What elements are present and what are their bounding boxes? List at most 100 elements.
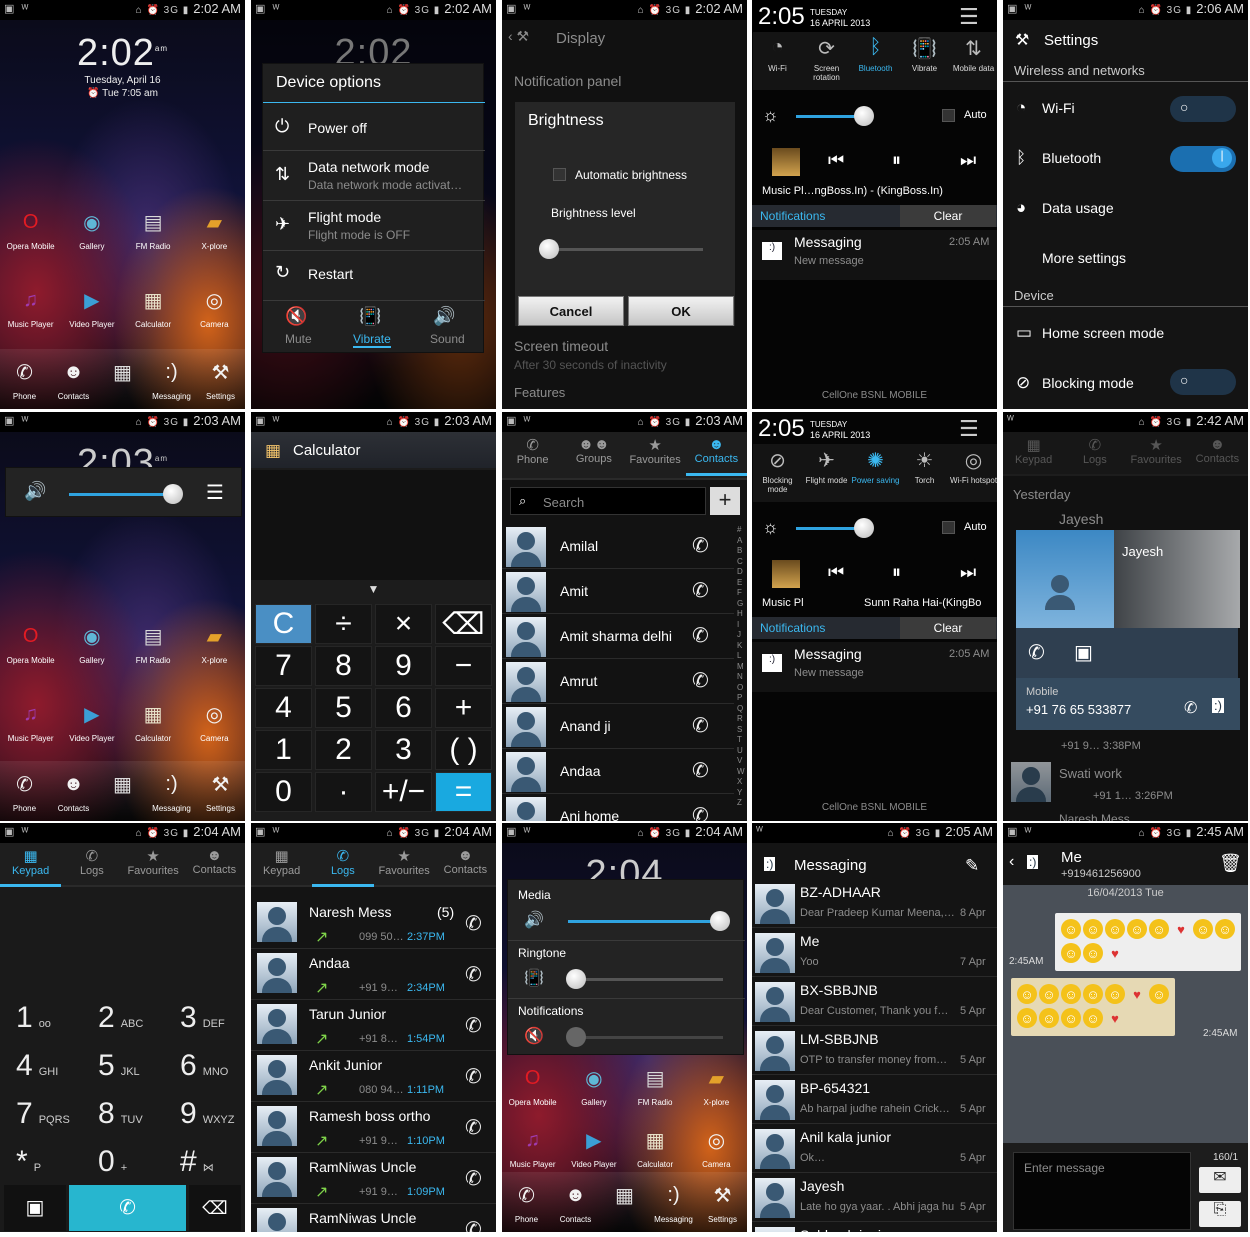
dialpad-key[interactable]: 7 PQRS xyxy=(16,1097,70,1131)
app-video-player[interactable]: ▶ Video Player xyxy=(62,697,122,744)
app-camera[interactable]: ◎ Camera xyxy=(184,697,244,744)
call-icon[interactable]: ✆ xyxy=(692,578,709,603)
app-video-player[interactable]: ▶ Video Player xyxy=(564,1123,624,1170)
index-letter[interactable]: N xyxy=(737,672,743,681)
app-gallery[interactable]: ◉ Gallery xyxy=(62,619,122,666)
message-thread[interactable]: Jayesh Late ho gya yaar. . Abhi jaga hu 5 … xyxy=(752,1174,997,1222)
search-input[interactable]: ⌕ Search xyxy=(510,487,706,515)
quick-setting-wi-fi-hotspot[interactable]: ◎ Wi-Fi hotspot xyxy=(949,444,997,502)
call-log-item[interactable]: Naresh Mess (5) ↗ 099 50… 2:37PM ✆ xyxy=(251,899,496,949)
auto-brightness-checkbox[interactable] xyxy=(553,168,566,181)
tab-contacts[interactable]: ☻ Contacts xyxy=(1187,432,1248,476)
dialpad-key[interactable]: * P xyxy=(16,1145,41,1179)
app-gallery[interactable]: ◉ Gallery xyxy=(564,1061,624,1108)
tab-favourites[interactable]: ★ Favourites xyxy=(123,843,184,887)
quick-setting-vibrate[interactable]: 📳 Vibrate xyxy=(900,32,949,90)
index-letter[interactable]: O xyxy=(737,683,743,692)
app-opera-mobile[interactable]: O Opera Mobile xyxy=(503,1061,563,1108)
next-track-icon[interactable]: ⏭ xyxy=(960,150,976,171)
messaging-notification[interactable]: :) Messaging New message 2:05 AM xyxy=(752,642,997,692)
app-x-plore[interactable]: ▰ X-plore xyxy=(686,1061,746,1108)
message-thread[interactable]: BP-654321 Ab harpal judhe rahein Crick… 5 … xyxy=(752,1076,997,1124)
call-icon[interactable]: ✆ xyxy=(1184,698,1197,718)
call-log-item[interactable]: RamNiwas Uncle↗✆ xyxy=(251,1205,496,1232)
notifications-volume-slider[interactable] xyxy=(566,1027,723,1047)
delete-icon[interactable]: 🗑 xyxy=(1219,853,1242,874)
index-letter[interactable]: A xyxy=(737,536,742,545)
restart-item[interactable]: ↻ Restart xyxy=(263,256,483,292)
volume-slider[interactable] xyxy=(69,484,183,504)
calc-key[interactable]: = xyxy=(435,772,492,812)
index-letter[interactable]: H xyxy=(737,609,743,618)
index-letter[interactable]: T xyxy=(737,735,742,744)
tab-logs[interactable]: ✆ Logs xyxy=(1064,432,1125,476)
message-thread[interactable]: BZ-ADHAAR Dear Pradeep Kumar Meena,… 8 Apr xyxy=(752,880,997,928)
back-icon[interactable]: ‹ ⚒ xyxy=(508,28,529,45)
call-icon[interactable]: ✆ xyxy=(465,962,482,987)
backspace-icon[interactable]: ⌫ xyxy=(189,1185,241,1231)
quick-setting-bluetooth[interactable]: ᛒ Bluetooth xyxy=(851,32,900,90)
call-icon[interactable]: ✆ xyxy=(465,1013,482,1038)
index-letter[interactable]: K xyxy=(737,641,742,650)
calc-key[interactable]: +/− xyxy=(375,772,432,812)
app-opera-mobile[interactable]: O Opera Mobile xyxy=(1,619,61,666)
cancel-button[interactable]: Cancel xyxy=(518,296,624,326)
call-icon[interactable]: ✆ xyxy=(1028,640,1045,665)
index-letter[interactable]: G xyxy=(737,599,743,608)
calc-key[interactable]: + xyxy=(435,688,492,728)
quick-setting-wi-fi[interactable]: ◔ Wi-Fi xyxy=(753,32,802,90)
tab-logs[interactable]: ✆ Logs xyxy=(61,843,122,887)
quick-setting-power-saving[interactable]: ✺ Power saving xyxy=(851,444,900,502)
call-icon[interactable]: ✆ xyxy=(692,758,709,783)
index-letter[interactable]: L xyxy=(737,651,741,660)
message-thread[interactable]: Subhash junior xyxy=(752,1223,997,1232)
dialpad-key[interactable]: 3 DEF xyxy=(180,1001,225,1035)
message-thread[interactable]: LM-SBBJNB OTP to transfer money from… 5 Ap… xyxy=(752,1027,997,1075)
ringtone-volume-slider[interactable] xyxy=(566,969,723,989)
blocking-mode-item[interactable]: ⊘ Blocking mode ○ xyxy=(1003,363,1248,405)
tab-favourites[interactable]: ★ Favourites xyxy=(625,432,686,476)
bluetooth-item[interactable]: ᛒ Bluetooth | xyxy=(1003,138,1248,180)
calc-key[interactable]: ( ) xyxy=(435,730,492,770)
add-contact-button[interactable]: + xyxy=(710,487,740,515)
contact-list-item[interactable]: Amit sharma delhi ✆ xyxy=(502,615,734,659)
pause-icon[interactable]: ⏸ xyxy=(892,562,901,583)
calc-key[interactable]: 8 xyxy=(315,646,372,686)
index-letter[interactable]: I xyxy=(737,620,739,629)
app-messaging[interactable]: :) Messaging xyxy=(147,355,196,402)
app-opera-mobile[interactable]: O Opera Mobile xyxy=(1,205,61,252)
calc-key[interactable]: 4 xyxy=(255,688,312,728)
index-letter[interactable]: F xyxy=(737,588,742,597)
tab-contacts[interactable]: ☻ Contacts xyxy=(685,432,747,476)
power-off-item[interactable]: ⏻ Power off xyxy=(263,110,483,146)
mute-button[interactable]: Mute xyxy=(285,332,312,346)
contact-book-icon[interactable]: ▣ xyxy=(4,1185,66,1231)
dialpad-key[interactable]: 5 JKL xyxy=(98,1049,140,1083)
calc-key[interactable]: ÷ xyxy=(315,604,372,644)
phone-number[interactable]: +91 76 65 533877 xyxy=(1026,702,1131,717)
dialpad-key[interactable]: 4 GHI xyxy=(16,1049,58,1083)
app-calculator[interactable]: ▦ Calculator xyxy=(123,283,183,330)
index-letter[interactable]: W xyxy=(737,767,745,776)
tab-keypad[interactable]: ▦ Keypad xyxy=(0,843,62,887)
contact-list-item[interactable]: Amilal ✆ xyxy=(502,525,734,569)
calc-key[interactable]: C xyxy=(255,604,312,644)
app-fm-radio[interactable]: ▤ FM Radio xyxy=(123,619,183,666)
more-settings-item[interactable]: More settings xyxy=(1003,238,1248,280)
data-network-mode-item[interactable]: ⇅ Data network mode Data network mode acti… xyxy=(263,154,483,198)
calc-key[interactable]: 9 xyxy=(375,646,432,686)
message-thread[interactable]: Anil kala junior Ok… 5 Apr xyxy=(752,1125,997,1173)
quick-setting-mobile-data[interactable]: ⇅ Mobile data xyxy=(949,32,997,90)
settings-sliders-icon[interactable]: ☰ xyxy=(959,4,979,30)
message-thread[interactable]: BX-SBBJNB Dear Customer, Thank you f… 5 Ap… xyxy=(752,978,997,1026)
call-icon[interactable]: ✆ xyxy=(465,1217,482,1232)
app-contacts[interactable]: ☻ Contacts xyxy=(49,355,98,402)
index-letter[interactable]: R xyxy=(737,714,743,723)
call-icon[interactable]: ✆ xyxy=(692,533,709,558)
call-icon[interactable]: ✆ xyxy=(692,713,709,738)
calc-key[interactable]: 3 xyxy=(375,730,432,770)
settings-sliders-icon[interactable]: ☰ xyxy=(959,416,979,442)
app-music-player[interactable]: ♫ Music Player xyxy=(1,697,61,744)
expand-chevron-icon[interactable]: ▼ xyxy=(251,582,496,602)
dialpad-key[interactable]: 8 TUV xyxy=(98,1097,143,1131)
